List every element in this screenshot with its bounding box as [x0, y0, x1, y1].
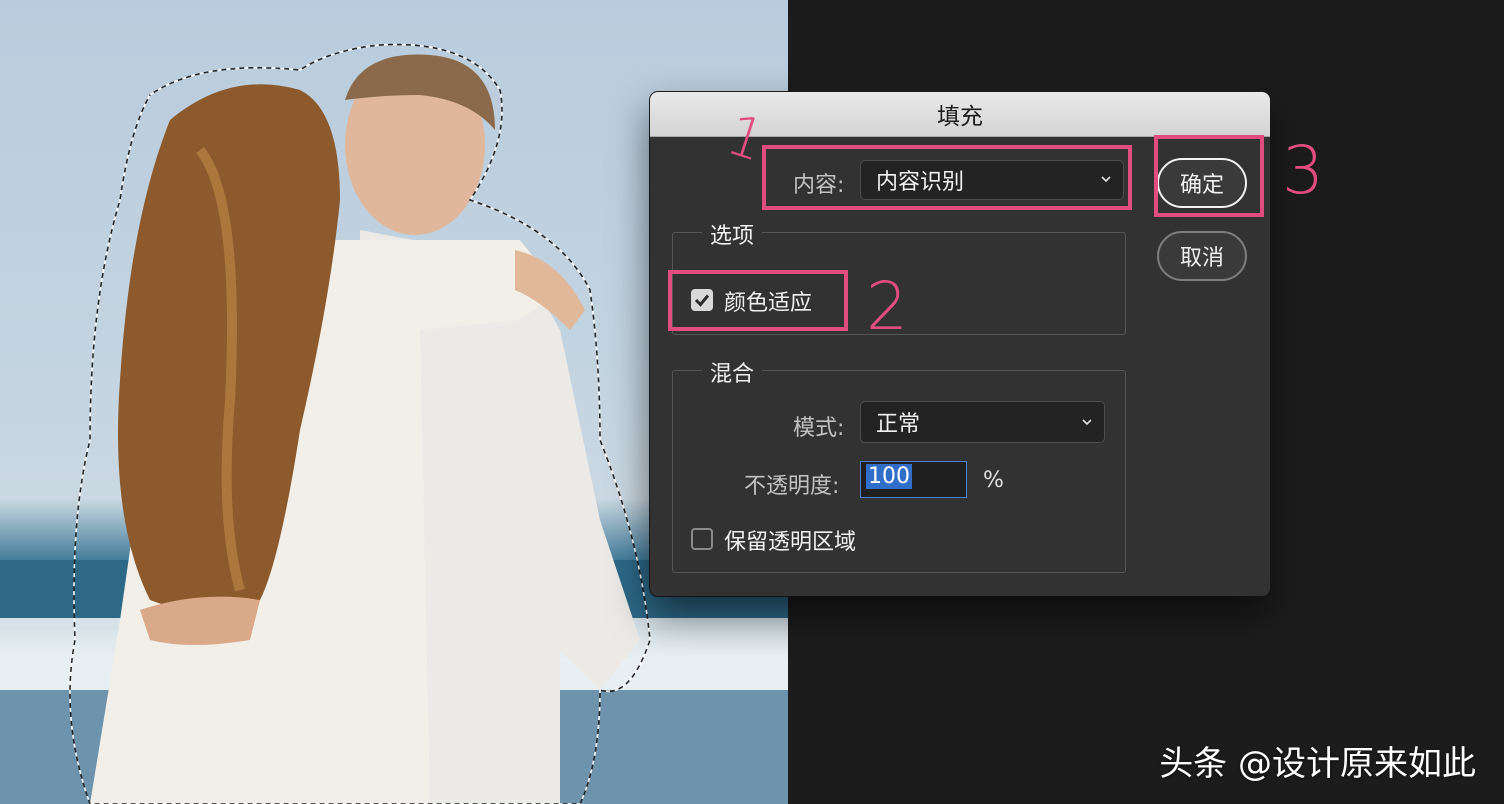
- mode-label: 模式:: [793, 416, 845, 441]
- cancel-button[interactable]: 取消: [1157, 231, 1247, 281]
- annotation-box-content: [762, 145, 1132, 210]
- opacity-value: 100: [866, 464, 912, 489]
- annotation-box-color-adaptation: [668, 270, 848, 331]
- annotation-step-2: 2: [866, 268, 908, 345]
- mode-dropdown[interactable]: 正常: [860, 401, 1105, 443]
- annotation-box-ok: [1154, 135, 1264, 217]
- preserve-transparency-checkbox[interactable]: [691, 528, 713, 550]
- watermark: 头条 @设计原来如此: [1159, 744, 1476, 784]
- options-group-title: 选项: [702, 218, 763, 250]
- preserve-transparency-label[interactable]: 保留透明区域: [724, 524, 856, 556]
- annotation-step-3: 3: [1282, 132, 1324, 209]
- blend-group-title: 混合: [702, 356, 763, 388]
- opacity-unit: %: [983, 468, 1004, 493]
- opacity-label: 不透明度:: [744, 474, 840, 499]
- opacity-input[interactable]: 100: [860, 461, 967, 498]
- mode-dropdown-value: 正常: [876, 412, 921, 437]
- chevron-down-icon: [1082, 419, 1092, 426]
